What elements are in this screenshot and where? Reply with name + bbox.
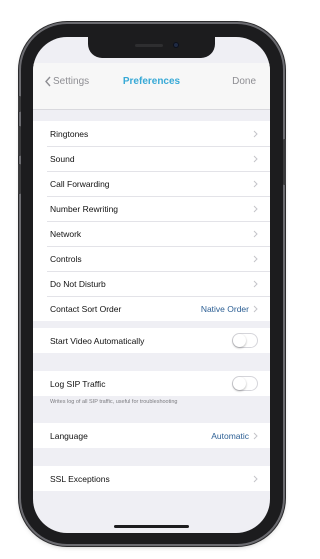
row-ringtones[interactable]: Ringtones (33, 121, 270, 146)
chevron-right-icon (253, 280, 258, 287)
settings-group-sip: Log SIP Traffic (33, 371, 270, 396)
row-label: Number Rewriting (50, 203, 119, 214)
chevron-right-icon (253, 305, 258, 312)
row-controls[interactable]: Controls (33, 246, 270, 271)
settings-group-ssl: SSL Exceptions (33, 466, 270, 491)
chevron-right-icon (253, 205, 258, 212)
chevron-right-icon (253, 432, 258, 439)
sip-footer-note: Writes log of all SIP traffic, useful fo… (50, 399, 178, 405)
row-start-video: Start Video Automatically (33, 328, 270, 353)
row-contact-sort-order[interactable]: Contact Sort Order Native Order (33, 296, 270, 321)
row-label: Contact Sort Order (50, 303, 122, 314)
mute-switch (18, 96, 21, 112)
row-label: Network (50, 228, 82, 239)
toggle-knob (233, 334, 246, 347)
navigation-bar: Settings Preferences Done (33, 63, 270, 110)
front-camera (173, 42, 179, 48)
screen: Settings Preferences Done Ringtones Soun… (33, 37, 270, 533)
settings-group-main: Ringtones Sound Call Forwarding Number R… (33, 121, 270, 321)
row-label: Call Forwarding (50, 178, 110, 189)
chevron-right-icon (253, 180, 258, 187)
power-button (283, 139, 286, 185)
row-language[interactable]: Language Automatic (33, 423, 270, 448)
row-value: Automatic (211, 430, 249, 441)
row-call-forwarding[interactable]: Call Forwarding (33, 171, 270, 196)
row-label: Do Not Disturb (50, 278, 106, 289)
row-ssl-exceptions[interactable]: SSL Exceptions (33, 466, 270, 491)
row-value: Native Order (200, 303, 249, 314)
row-number-rewriting[interactable]: Number Rewriting (33, 196, 270, 221)
row-label: Log SIP Traffic (50, 378, 106, 389)
home-indicator[interactable] (114, 525, 189, 528)
row-label: SSL Exceptions (50, 473, 110, 484)
chevron-right-icon (253, 475, 258, 482)
start-video-toggle[interactable] (232, 333, 258, 348)
toggle-knob (233, 377, 246, 390)
speaker-grille (135, 44, 163, 47)
volume-up-button (18, 126, 21, 156)
done-button[interactable]: Done (232, 76, 256, 87)
row-label: Language (50, 430, 88, 441)
volume-down-button (18, 164, 21, 194)
row-label: Controls (50, 253, 82, 264)
log-sip-toggle[interactable] (232, 376, 258, 391)
chevron-right-icon (253, 155, 258, 162)
settings-group-video: Start Video Automatically (33, 328, 270, 353)
chevron-right-icon (253, 130, 258, 137)
row-label: Start Video Automatically (50, 335, 145, 346)
row-label: Sound (50, 153, 75, 164)
row-network[interactable]: Network (33, 221, 270, 246)
row-log-sip: Log SIP Traffic (33, 371, 270, 396)
row-label: Ringtones (50, 128, 89, 139)
row-sound[interactable]: Sound (33, 146, 270, 171)
settings-group-language: Language Automatic (33, 423, 270, 448)
chevron-right-icon (253, 255, 258, 262)
row-do-not-disturb[interactable]: Do Not Disturb (33, 271, 270, 296)
notch (88, 37, 215, 58)
chevron-right-icon (253, 230, 258, 237)
